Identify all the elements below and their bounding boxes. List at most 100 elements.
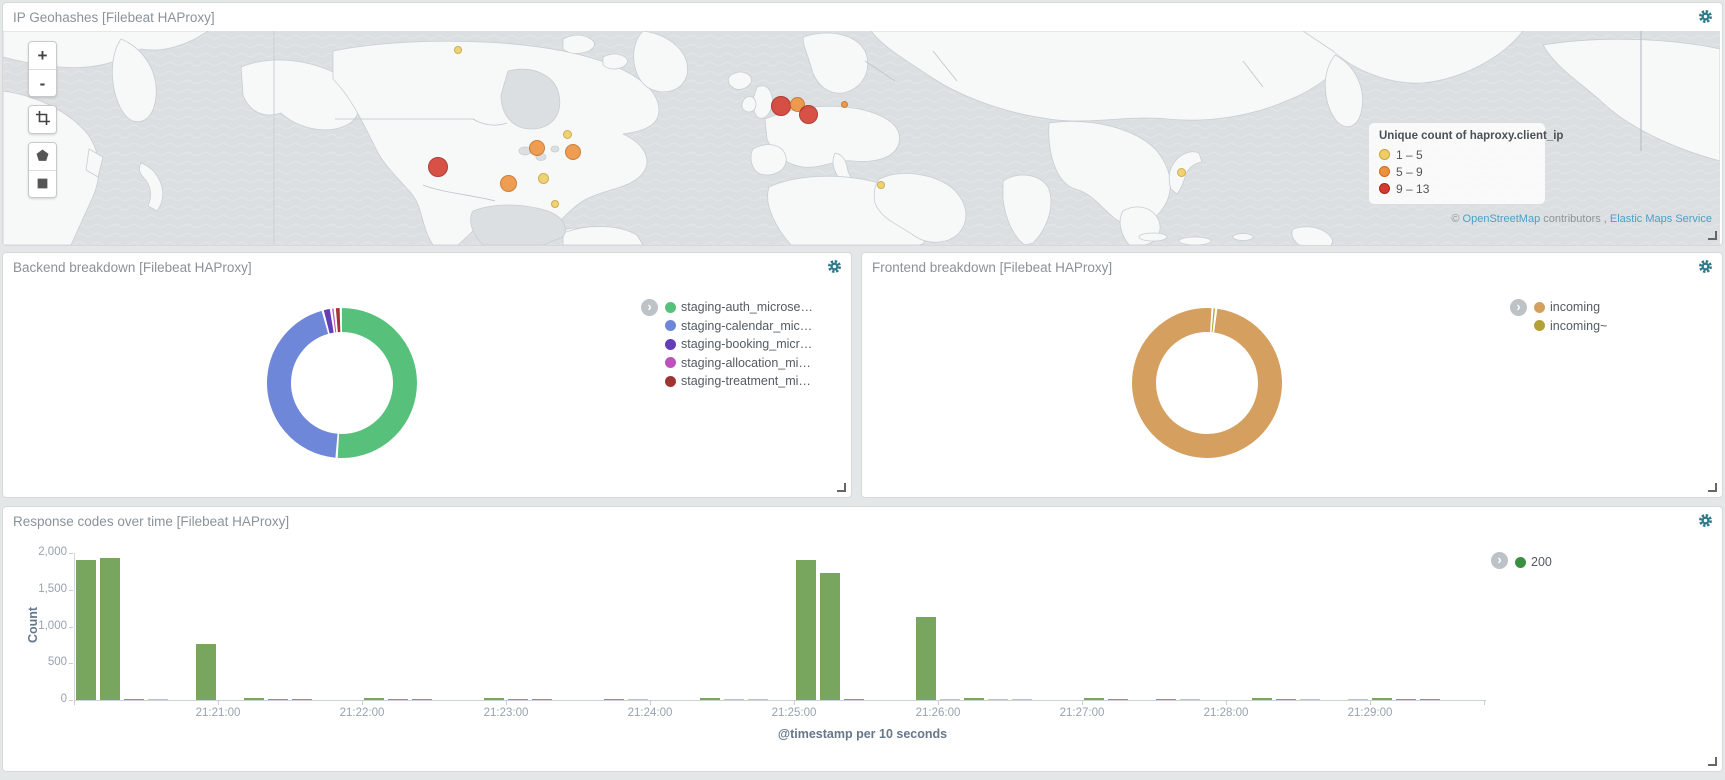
legend-expand-arrow[interactable]: › — [1510, 299, 1527, 316]
histogram-bar[interactable] — [1108, 699, 1128, 701]
geo-point[interactable] — [551, 200, 559, 208]
histogram-bar[interactable] — [1348, 699, 1368, 701]
pie-slice[interactable] — [1136, 312, 1278, 454]
legend-item[interactable]: staging-treatment_mi… — [665, 372, 813, 391]
geo-point[interactable] — [500, 175, 517, 192]
panel-resize-handle[interactable] — [837, 483, 846, 492]
panel-title[interactable]: IP Geohashes [Filebeat HAProxy] — [13, 10, 215, 25]
geo-point[interactable] — [841, 101, 848, 108]
gear-icon[interactable] — [825, 259, 843, 277]
histogram-bar[interactable] — [964, 698, 984, 700]
geo-point[interactable] — [771, 96, 791, 116]
series-color-dot — [665, 357, 676, 368]
legend-item[interactable]: incoming~ — [1534, 317, 1607, 336]
legend-expand-arrow[interactable]: › — [641, 299, 658, 316]
panel-title[interactable]: Response codes over time [Filebeat HAPro… — [13, 514, 289, 529]
x-tick-label: 21:28:00 — [1186, 707, 1266, 719]
histogram-bar[interactable] — [100, 558, 120, 700]
panel-title[interactable]: Backend breakdown [Filebeat HAProxy] — [13, 260, 252, 275]
legend-expand-arrow[interactable]: › — [1491, 552, 1508, 569]
panel-title[interactable]: Frontend breakdown [Filebeat HAProxy] — [872, 260, 1112, 275]
x-axis-end-tick — [74, 700, 75, 705]
histogram-bar[interactable] — [292, 699, 312, 701]
histogram-bar[interactable] — [124, 699, 144, 701]
histogram-bar[interactable] — [796, 560, 816, 700]
geo-point[interactable] — [799, 105, 818, 124]
panel-resize-handle[interactable] — [1708, 757, 1717, 766]
histogram-bar[interactable] — [388, 699, 408, 701]
histogram-bar[interactable] — [1156, 699, 1176, 701]
histogram-bar[interactable] — [1300, 699, 1320, 701]
map-zoom-in-button[interactable]: + — [29, 42, 56, 69]
x-axis-end-tick — [1484, 700, 1485, 705]
histogram-bar[interactable] — [244, 698, 264, 700]
geo-point[interactable] — [454, 46, 462, 54]
frontend-legend: incomingincoming~ — [1534, 298, 1607, 335]
map-zoom-out-button[interactable]: - — [29, 69, 56, 96]
map-controls: + - — [28, 41, 57, 206]
geo-point[interactable] — [1177, 168, 1186, 177]
histogram-bar[interactable] — [508, 699, 528, 701]
histogram-bar[interactable] — [148, 699, 168, 701]
histogram-bar[interactable] — [1396, 699, 1416, 701]
histogram-bar[interactable] — [604, 699, 624, 701]
x-tick-label: 21:21:00 — [178, 707, 258, 719]
geo-point[interactable] — [529, 140, 545, 156]
legend-item[interactable]: staging-booking_micr… — [665, 335, 813, 354]
elastic-maps-service-link[interactable]: Elastic Maps Service — [1610, 213, 1712, 225]
fit-data-bounds-button[interactable] — [29, 106, 56, 133]
histogram-bar[interactable] — [1252, 698, 1272, 700]
gear-icon[interactable] — [1696, 513, 1714, 531]
crop-icon — [36, 111, 50, 125]
histogram-bar[interactable] — [820, 573, 840, 700]
x-tick-label: 21:25:00 — [754, 707, 834, 719]
draw-polygon-button[interactable] — [29, 143, 56, 170]
frontend-donut-chart[interactable] — [1117, 293, 1298, 474]
legend-item[interactable]: staging-allocation_mi… — [665, 354, 813, 373]
panel-resize-handle[interactable] — [1708, 231, 1717, 240]
backend-donut-chart[interactable] — [262, 303, 422, 463]
gear-icon[interactable] — [1696, 9, 1714, 27]
histogram-bar[interactable] — [748, 699, 768, 701]
geo-point[interactable] — [565, 144, 581, 160]
legend-item[interactable]: staging-auth_microse… — [665, 298, 813, 317]
histogram-bar[interactable] — [1372, 698, 1392, 700]
histogram-bar[interactable] — [532, 699, 552, 701]
geo-point[interactable] — [563, 130, 572, 139]
bucket-range-label: 9 – 13 — [1396, 182, 1429, 196]
histogram-bar[interactable] — [364, 698, 384, 700]
geo-point[interactable] — [877, 181, 885, 189]
series-color-dot — [665, 339, 676, 350]
histogram-bar[interactable] — [724, 699, 744, 701]
histogram-bar[interactable] — [844, 699, 864, 701]
histogram-bar[interactable] — [1084, 698, 1104, 700]
histogram-bar[interactable] — [916, 617, 936, 700]
histogram-bar[interactable] — [700, 698, 720, 700]
legend-item[interactable]: staging-calendar_mic… — [665, 317, 813, 336]
histogram-bar[interactable] — [988, 699, 1008, 701]
y-tick-mark — [69, 700, 73, 701]
histogram-bar[interactable] — [268, 699, 288, 701]
legend-item[interactable]: 200 — [1515, 553, 1552, 572]
geo-point[interactable] — [538, 173, 549, 184]
histogram-bar[interactable] — [1276, 699, 1296, 701]
histogram-bar[interactable] — [628, 699, 648, 701]
histogram-bar[interactable] — [1180, 699, 1200, 701]
series-color-dot — [665, 376, 676, 387]
geo-point[interactable] — [428, 157, 448, 177]
legend-item[interactable]: incoming — [1534, 298, 1607, 317]
histogram-bar[interactable] — [76, 560, 96, 700]
openstreetmap-link[interactable]: OpenStreetMap — [1463, 213, 1541, 225]
histogram-bar[interactable] — [484, 698, 504, 700]
histogram-bar[interactable] — [196, 644, 216, 700]
panel-resize-handle[interactable] — [1708, 483, 1717, 492]
draw-rectangle-button[interactable] — [29, 170, 56, 197]
histogram-bar[interactable] — [1012, 699, 1032, 701]
gear-icon[interactable] — [1696, 259, 1714, 277]
world-map[interactable]: + - — [3, 31, 1720, 245]
series-label: staging-booking_micr… — [681, 337, 812, 351]
histogram-bar[interactable] — [1420, 699, 1440, 701]
histogram-bar[interactable] — [412, 699, 432, 701]
histogram-bar[interactable] — [940, 699, 960, 701]
x-tick-label: 21:27:00 — [1042, 707, 1122, 719]
